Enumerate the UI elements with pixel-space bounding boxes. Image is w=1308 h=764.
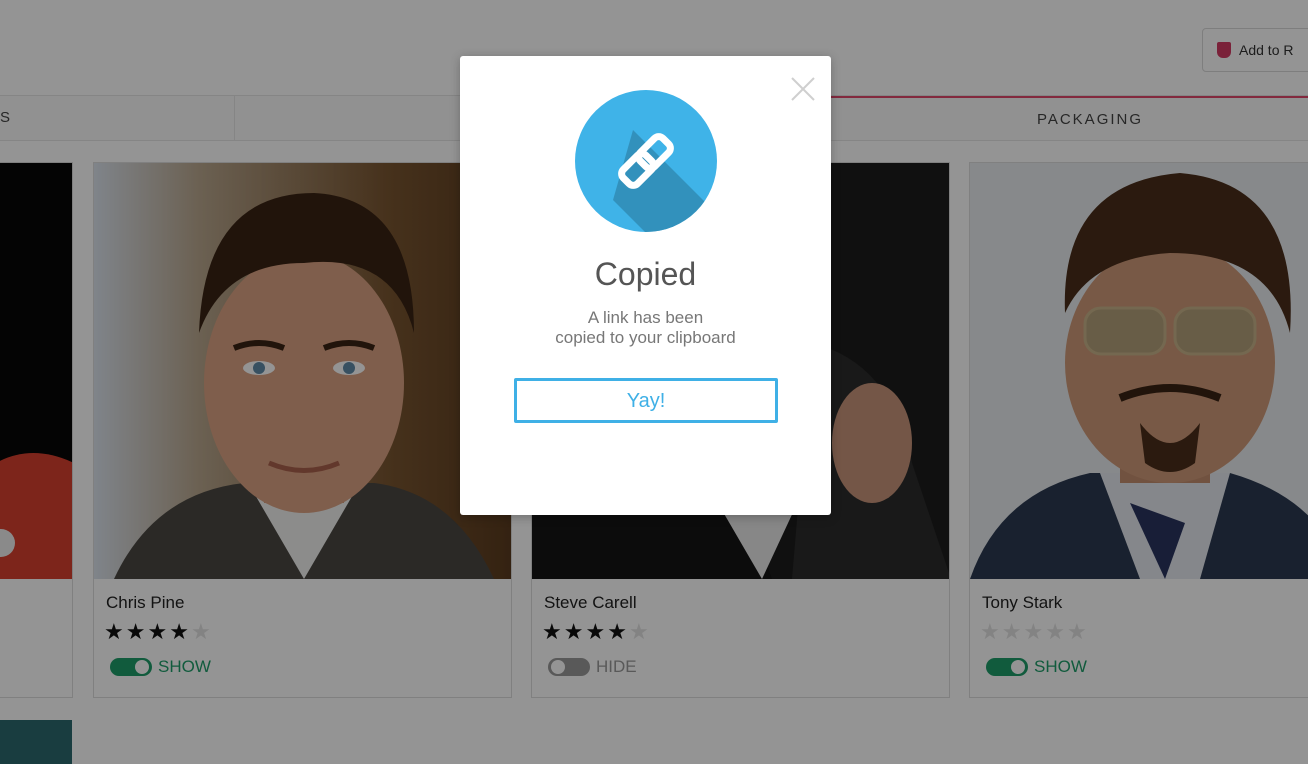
copied-dialog: Copied A link has been copied to your cl… <box>460 56 831 515</box>
dialog-message-line-2: copied to your clipboard <box>555 328 736 347</box>
page: Add to R S PACKAGING Chris Pine ★★★★★ SH… <box>0 0 1308 764</box>
dialog-message-line-1: A link has been <box>587 308 704 327</box>
close-icon[interactable] <box>790 76 816 102</box>
dialog-title: Copied <box>594 256 697 292</box>
link-icon <box>575 90 717 232</box>
dialog-message: A link has been copied to your clipboard <box>510 308 781 348</box>
yay-button[interactable]: Yay! <box>514 378 778 423</box>
